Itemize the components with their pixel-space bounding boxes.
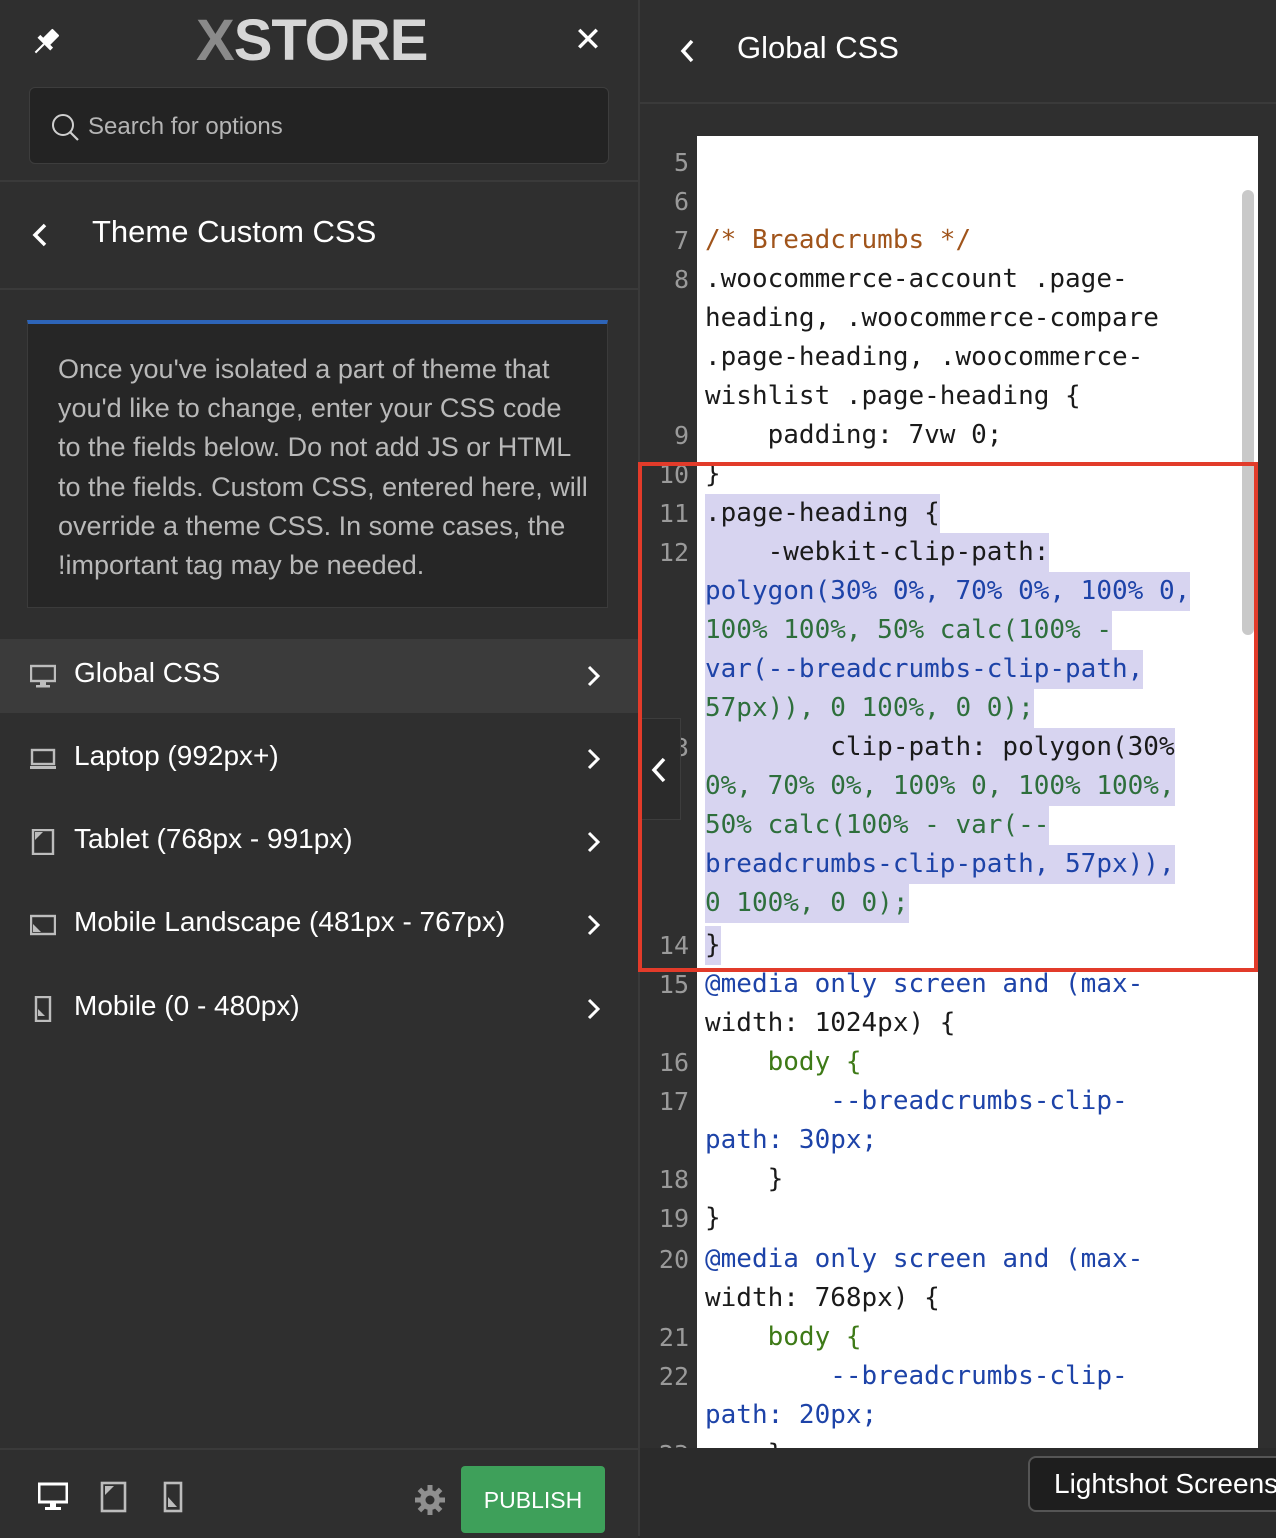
menu-item-global-css[interactable]: Global CSS [0,639,638,713]
lightshot-tooltip: Lightshot Screens [1028,1456,1276,1512]
line-number: 16 [658,1048,689,1077]
line-number: 17 [658,1087,689,1116]
search-input[interactable] [86,106,590,148]
section-title: Theme Custom CSS [92,214,377,249]
code-text: /* Breadcrumbs */ [705,225,972,255]
line-number: 9 [673,421,689,450]
info-text: Once you've isolated a part of theme tha… [58,354,588,581]
pin-icon[interactable] [28,24,64,60]
line-number: 20 [658,1245,689,1274]
section-header: Theme Custom CSS [0,182,638,288]
line-number: 22 [658,1362,689,1391]
code-line: body { [705,1322,862,1352]
code-line: } [705,1203,721,1233]
info-notice: Once you've isolated a part of theme tha… [27,320,608,608]
line-number: 19 [658,1204,689,1233]
editor-title: Global CSS [737,30,899,65]
code-line: path: 20px; [705,1400,878,1430]
code-line: path: 30px; [705,1125,878,1155]
line-number: 5 [673,148,689,177]
editor-header: Global CSS [640,0,1276,102]
search-icon [52,114,79,141]
sidebar-footer: PUBLISH [0,1448,638,1538]
publish-button[interactable]: PUBLISH [461,1466,605,1533]
code-line: } [705,1164,784,1194]
menu-item-label: Global CSS [74,657,221,688]
tooltip-text: Lightshot Screens [1054,1468,1276,1499]
line-number: 8 [673,265,689,294]
gear-icon[interactable] [414,1484,446,1516]
menu-item-mobile[interactable]: Mobile (0 - 480px) [0,972,638,1046]
close-icon[interactable]: ✕ [570,22,606,58]
divider [640,102,1276,104]
menu-item-mobile-landscape[interactable]: Mobile Landscape (481px - 767px) [0,888,638,962]
chevron-right-icon [587,748,601,770]
tablet-preview-icon[interactable] [99,1480,129,1514]
line-number: 18 [658,1165,689,1194]
menu-item-tablet[interactable]: Tablet (768px - 991px) [0,805,638,879]
chevron-right-icon [587,998,601,1020]
menu-item-laptop[interactable]: Laptop (992px+) [0,722,638,796]
tablet-icon [31,829,55,855]
code-line: @media only screen and (max- [705,1244,1144,1274]
tablet-landscape-icon [30,914,56,936]
laptop-icon [30,748,56,769]
code-line: --breadcrumbs-clip- [705,1086,1128,1116]
desktop-icon [30,664,56,688]
search-box[interactable] [29,87,609,164]
customizer-sidebar: XSTORE ✕ Theme Custom CSS Once you've is… [0,0,638,1538]
code-line: /* Breadcrumbs */ [705,221,971,260]
code-line: --breadcrumbs-clip- [705,1361,1128,1391]
code-line: body { [705,1047,862,1077]
code-line: width: 768px) { [705,1283,940,1313]
menu-item-label: Laptop (992px+) [74,740,279,771]
menu-item-label: Mobile Landscape (481px - 767px) [74,906,506,937]
desktop-preview-icon[interactable] [38,1480,68,1514]
line-number: 21 [658,1323,689,1352]
code-line: wishlist .page-heading { [705,381,1081,411]
code-line: heading, .woocommerce-compare [705,303,1159,333]
mobile-icon [34,996,52,1022]
logo-x: X [196,8,235,73]
chevron-right-icon [587,831,601,853]
back-arrow-icon[interactable] [28,220,52,250]
mobile-preview-icon[interactable] [158,1480,188,1514]
chevron-right-icon [587,665,601,687]
divider [0,288,638,290]
menu-item-label: Tablet (768px - 991px) [74,823,353,854]
code-line: width: 1024px) { [705,1008,956,1038]
chevron-right-icon [587,914,601,936]
logo-text: STORE [233,8,429,73]
code-line: .woocommerce-account .page- [705,264,1128,294]
back-arrow-icon[interactable] [676,37,700,65]
code-line: } [705,1435,784,1448]
xstore-logo: XSTORE [196,6,429,76]
line-number: 7 [673,226,689,255]
line-number: 6 [673,187,689,216]
menu-item-label: Mobile (0 - 480px) [74,990,300,1021]
annotation-highlight [638,462,1258,972]
code-line: .page-heading, .woocommerce- [705,342,1144,372]
code-line: padding: 7vw 0; [705,420,1003,450]
